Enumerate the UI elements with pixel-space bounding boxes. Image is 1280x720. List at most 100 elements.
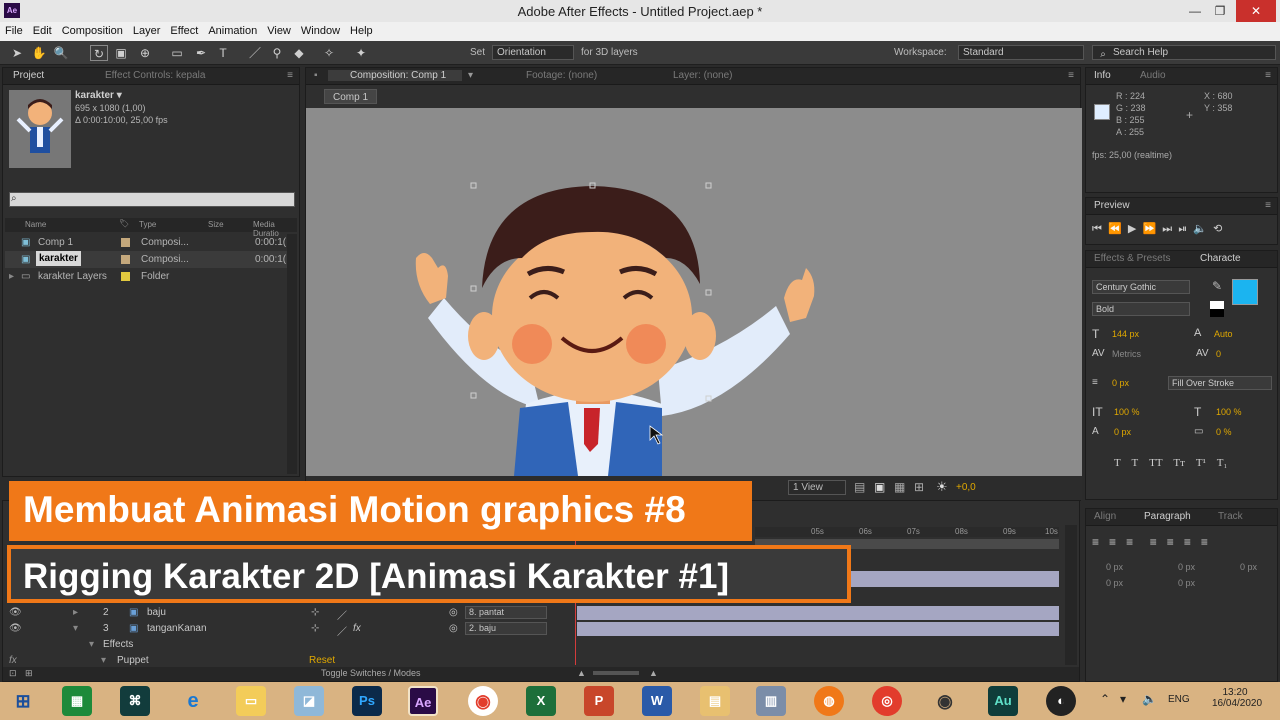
project-scrollbar[interactable]: [287, 234, 297, 474]
tab-character[interactable]: Characte: [1200, 253, 1241, 264]
subscript-icon[interactable]: T₁: [1217, 457, 1228, 469]
obs-icon[interactable]: ◐: [1046, 686, 1076, 716]
tab-project[interactable]: Project: [13, 70, 44, 81]
kerning-value[interactable]: Metrics: [1112, 349, 1141, 359]
project-row[interactable]: ▣ karakter Composi... 0:00:1(: [5, 251, 297, 268]
workspace-select[interactable]: Standard: [958, 45, 1084, 60]
timeline-scrollbar[interactable]: [1065, 525, 1077, 665]
timeline-layer-row[interactable]: 👁 ▸ 2 ▣ baju ⊹ ／ ◎ 8. pantat: [3, 605, 571, 622]
menu-window[interactable]: Window: [296, 22, 345, 37]
previous-frame-icon[interactable]: ⏪: [1108, 223, 1122, 235]
app-icon[interactable]: ⌘: [120, 686, 150, 716]
layer-duration-bar[interactable]: [577, 622, 1059, 636]
project-search-input[interactable]: [9, 192, 295, 207]
windows-start-icon[interactable]: ⊞: [8, 686, 38, 716]
excel-icon[interactable]: X: [526, 686, 556, 716]
ram-preview-icon[interactable]: ⏯: [1178, 223, 1187, 235]
collapse-arrow-icon[interactable]: ▾: [89, 639, 94, 650]
panel-menu-icon[interactable]: ≡: [1265, 200, 1271, 211]
layer-parent-select[interactable]: 2. baju: [465, 622, 547, 635]
collapse-arrow-icon[interactable]: ▾: [73, 623, 78, 634]
toggle-switches-modes-button[interactable]: Toggle Switches / Modes: [321, 668, 421, 678]
space-after-value[interactable]: 0 px: [1178, 578, 1195, 588]
zoom-in-icon[interactable]: ▲: [649, 668, 658, 678]
column-type[interactable]: Type: [139, 220, 156, 229]
tab-effect-controls[interactable]: Effect Controls: kepala: [105, 70, 205, 81]
loop-icon[interactable]: ⟲: [1213, 223, 1222, 235]
small-caps-icon[interactable]: Tт: [1173, 457, 1185, 469]
item-name[interactable]: karakter ▾: [75, 90, 122, 101]
font-size-value[interactable]: 144 px: [1112, 329, 1139, 339]
audition-icon[interactable]: Au: [988, 686, 1018, 716]
pen-tool-icon[interactable]: ✒: [192, 45, 210, 61]
align-left-icon[interactable]: ≡: [1092, 535, 1099, 549]
parent-link-icon[interactable]: ◎: [449, 623, 458, 634]
tab-layer[interactable]: Layer: (none): [673, 70, 732, 81]
timeline-icon[interactable]: ▦: [894, 480, 905, 494]
menu-layer[interactable]: Layer: [128, 22, 166, 37]
network-icon[interactable]: ▾: [1120, 692, 1126, 706]
font-family-select[interactable]: Century Gothic: [1092, 280, 1190, 294]
hand-tool-icon[interactable]: ✋: [30, 45, 48, 61]
flowchart-icon[interactable]: ⊞: [914, 480, 924, 494]
space-before-value[interactable]: 0 px: [1106, 578, 1123, 588]
font-style-select[interactable]: Bold: [1092, 302, 1190, 316]
next-frame-icon[interactable]: ⏩: [1142, 223, 1156, 235]
render-icon[interactable]: ⊞: [25, 668, 33, 679]
menu-file[interactable]: File: [0, 22, 28, 37]
firefox-icon[interactable]: ◍: [814, 686, 844, 716]
word-icon[interactable]: W: [642, 686, 672, 716]
maximize-button[interactable]: ❐: [1205, 0, 1235, 22]
type-tool-icon[interactable]: T: [214, 45, 232, 61]
indent-first-value[interactable]: 0 px: [1240, 562, 1257, 572]
stroke-width-value[interactable]: 0 px: [1112, 378, 1129, 388]
pan-behind-tool-icon[interactable]: ⊕: [136, 45, 154, 61]
rectangle-tool-icon[interactable]: ▭: [168, 45, 186, 61]
shy-switch-icon[interactable]: ⊹: [311, 623, 319, 634]
tab-audio[interactable]: Audio: [1140, 70, 1166, 81]
photoshop-icon[interactable]: Ps: [352, 686, 382, 716]
play-icon[interactable]: ▶: [1128, 223, 1136, 235]
volume-icon[interactable]: 🔈: [1142, 692, 1157, 706]
tab-effects-presets[interactable]: Effects & Presets: [1094, 253, 1171, 264]
superscript-icon[interactable]: T¹: [1196, 457, 1206, 469]
panel-menu-icon[interactable]: ≡: [1265, 70, 1271, 81]
lock-icon[interactable]: ▪: [314, 70, 318, 81]
brush-tool-icon[interactable]: ／: [246, 45, 264, 61]
comp-flowchart-icon[interactable]: ⊡: [9, 668, 17, 679]
layer-name[interactable]: baju: [147, 607, 166, 618]
tab-footage[interactable]: Footage: (none): [526, 70, 597, 81]
timeline-zoom-slider[interactable]: [593, 671, 639, 675]
layer-parent-select[interactable]: 8. pantat: [465, 606, 547, 619]
roto-brush-tool-icon[interactable]: ✧: [320, 45, 338, 61]
camera-tool-icon[interactable]: ▣: [112, 45, 130, 61]
menu-composition[interactable]: Composition: [57, 22, 128, 37]
eyedropper-icon[interactable]: ✎: [1212, 279, 1222, 293]
faux-bold-icon[interactable]: T: [1114, 457, 1121, 469]
first-frame-icon[interactable]: ⏮: [1092, 223, 1102, 235]
menu-help[interactable]: Help: [345, 22, 378, 37]
menu-animation[interactable]: Animation: [203, 22, 262, 37]
horizontal-scale-value[interactable]: 100 %: [1216, 407, 1242, 417]
indent-right-value[interactable]: 0 px: [1178, 562, 1195, 572]
panel-menu-icon[interactable]: ≡: [1068, 70, 1074, 81]
justify-left-icon[interactable]: ≡: [1150, 535, 1157, 549]
rotate-tool-icon[interactable]: ↻: [90, 45, 108, 61]
exposure-value[interactable]: +0,0: [956, 482, 976, 493]
white-swatch[interactable]: [1210, 301, 1224, 309]
tracking-value[interactable]: 0: [1216, 349, 1221, 359]
project-row[interactable]: ▸ ▭ karakter Layers Folder: [5, 268, 297, 285]
zoom-out-icon[interactable]: ▲: [577, 668, 586, 678]
all-caps-icon[interactable]: TT: [1149, 457, 1162, 469]
tab-info[interactable]: Info: [1094, 70, 1111, 81]
effects-group-row[interactable]: ▾ Effects: [3, 637, 571, 653]
comp-breadcrumb[interactable]: Comp 1: [324, 89, 378, 104]
clock-date[interactable]: 16/04/2020: [1212, 698, 1262, 709]
eraser-tool-icon[interactable]: ◆: [290, 45, 308, 61]
orientation-select[interactable]: Orientation: [492, 45, 574, 60]
tsume-value[interactable]: 0 %: [1216, 427, 1232, 437]
clone-stamp-tool-icon[interactable]: ⚲: [268, 45, 286, 61]
toggle-pixel-aspect-icon[interactable]: ▤: [854, 480, 865, 494]
column-name[interactable]: Name: [25, 220, 46, 229]
faux-italic-icon[interactable]: T: [1132, 457, 1139, 469]
